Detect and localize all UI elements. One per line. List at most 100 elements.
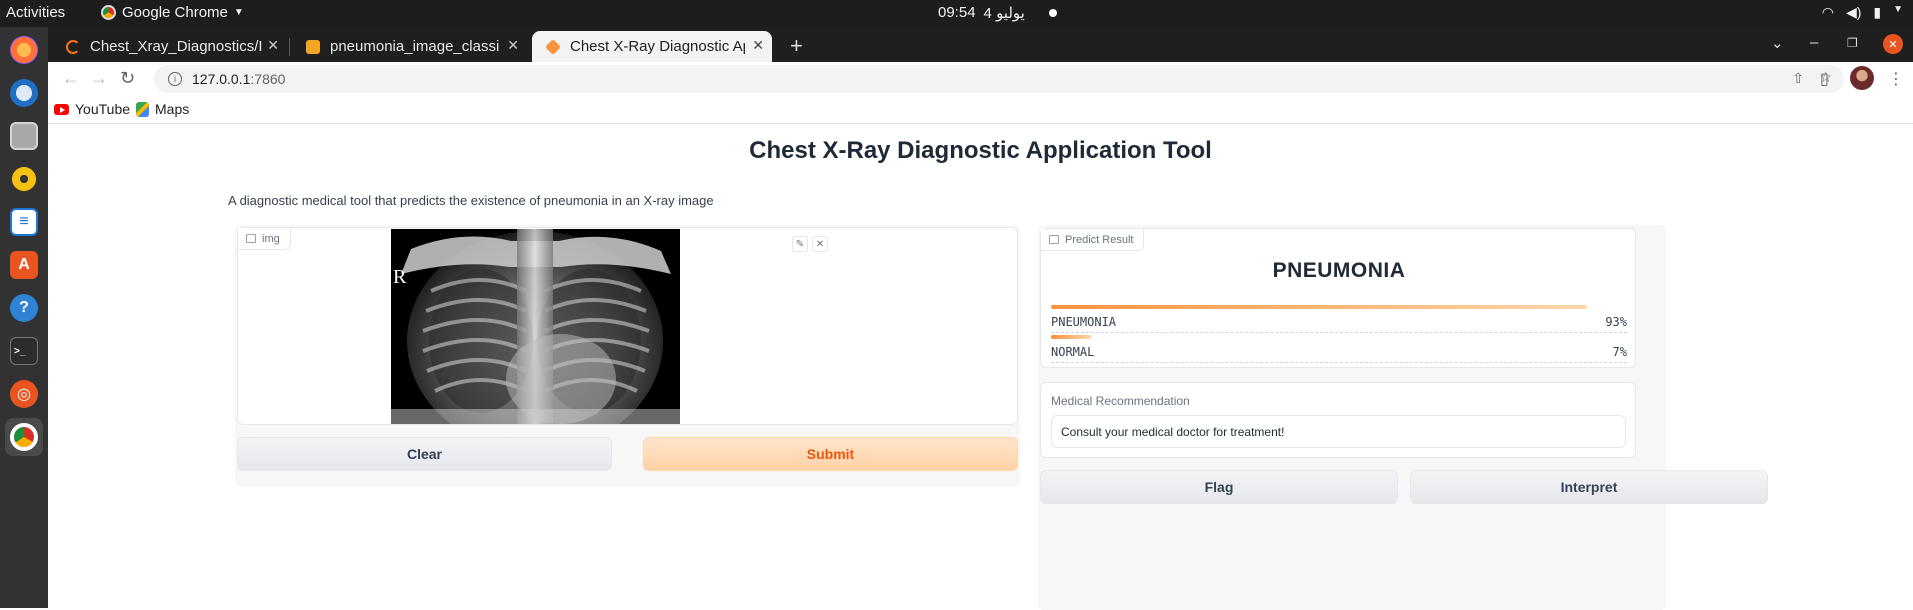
close-icon[interactable]: ✕ xyxy=(812,236,828,252)
help-icon: ? xyxy=(10,294,38,322)
tab-pneumonia-classifier[interactable]: pneumonia_image_classi ✕ xyxy=(292,31,527,62)
chrome-icon xyxy=(10,423,38,451)
terminal-icon: >_ xyxy=(10,337,38,365)
new-tab-button[interactable]: + xyxy=(790,33,803,59)
recommendation-textbox[interactable]: Consult your medical doctor for treatmen… xyxy=(1051,415,1626,448)
chevron-down-icon: ▼ xyxy=(233,7,244,18)
ubuntu-icon: ◎ xyxy=(10,380,38,408)
xray-marker: R xyxy=(393,266,407,288)
tab-title: pneumonia_image_classi xyxy=(330,38,500,55)
label-icon xyxy=(1049,235,1059,244)
notification-dot-icon xyxy=(1048,9,1057,17)
confidence-label: PNEUMONIA xyxy=(1051,315,1117,329)
back-icon[interactable]: ← xyxy=(62,68,80,89)
system-top-bar: Activities Google Chrome ▼ 09:54 4 يوليو… xyxy=(0,0,1913,27)
close-icon[interactable]: ✕ xyxy=(507,37,519,54)
files-icon xyxy=(10,122,38,150)
dock-chrome[interactable] xyxy=(5,418,43,456)
app-page: Chest X-Ray Diagnostic Application Tool … xyxy=(48,125,1913,610)
menu-icon[interactable]: ⋮ xyxy=(1888,69,1904,89)
dock-firefox[interactable] xyxy=(5,31,43,69)
bookmark-maps[interactable]: Maps xyxy=(136,101,189,117)
app-menu[interactable]: Google Chrome ▼ xyxy=(101,4,244,21)
side-panel-icon[interactable]: ▯ xyxy=(1820,69,1829,89)
page-title: Chest X-Ray Diagnostic Application Tool xyxy=(749,137,1212,164)
input-label-chip: img xyxy=(238,228,291,250)
browser-toolbar: ← → ↻ i 127.0.0.1 :7860 ⇧ ☆ ▯ ⋮ xyxy=(48,62,1913,96)
activities-button[interactable]: Activities xyxy=(6,4,65,21)
youtube-icon xyxy=(54,103,69,115)
confidence-label: NORMAL xyxy=(1051,345,1095,359)
bookmarks-bar: YouTube Maps xyxy=(48,96,1913,124)
dock-thunderbird[interactable] xyxy=(5,74,43,112)
flag-button[interactable]: Flag xyxy=(1040,470,1398,504)
confidence-percent: 93% xyxy=(1605,315,1627,329)
clear-button[interactable]: Clear xyxy=(237,437,612,471)
volume-icon: ◀) xyxy=(1845,4,1862,20)
clock[interactable]: 09:54 4 يوليو xyxy=(938,4,1057,22)
tab-title: Chest_Xray_Diagnostics/I xyxy=(90,38,263,55)
confidence-bar xyxy=(1051,305,1587,309)
firefox-icon xyxy=(10,36,38,64)
close-icon[interactable]: ✕ xyxy=(752,37,764,54)
result-chip-label: Predict Result xyxy=(1065,233,1134,246)
avatar[interactable] xyxy=(1850,66,1874,90)
chevron-down-icon: ▼ xyxy=(1893,4,1903,15)
edit-icon[interactable]: ✎ xyxy=(792,236,808,252)
dock-files[interactable] xyxy=(5,117,43,155)
tab-chest-xray-app[interactable]: Chest X-Ray Diagnostic Ap ✕ xyxy=(532,31,772,62)
address-bar[interactable]: i 127.0.0.1 :7860 ⇧ ☆ xyxy=(154,65,1844,93)
predicted-label: PNEUMONIA xyxy=(1272,259,1406,282)
submit-button[interactable]: Submit xyxy=(643,437,1018,471)
image-input[interactable]: img R ✎ ✕ xyxy=(237,227,1018,425)
battery-icon: ▮ xyxy=(1873,4,1882,20)
tab-chest-xray-diagnostics[interactable]: Chest_Xray_Diagnostics/I ✕ xyxy=(52,31,287,62)
bookmark-youtube[interactable]: YouTube xyxy=(54,101,130,117)
software-icon: A xyxy=(10,251,38,279)
favicon-icon xyxy=(66,39,80,54)
url-port: :7860 xyxy=(250,71,286,87)
dock-software[interactable]: A xyxy=(5,246,43,284)
dock-help[interactable]: ? xyxy=(5,289,43,327)
wifi-icon: ◠ xyxy=(1821,4,1834,20)
recommendation-label: Medical Recommendation xyxy=(1051,394,1190,408)
page-description: A diagnostic medical tool that predicts … xyxy=(228,193,714,208)
confidence-row: PNEUMONIA 93% xyxy=(1051,305,1627,333)
dock-terminal[interactable]: >_ xyxy=(5,332,43,370)
tab-search-icon[interactable]: ⌄ xyxy=(1771,34,1784,52)
forward-icon[interactable]: → xyxy=(90,68,108,89)
restore-icon[interactable]: ❐ xyxy=(1847,36,1858,50)
dock: ≡ A ? >_ ◎ xyxy=(0,27,48,608)
close-window-icon[interactable]: ✕ xyxy=(1883,34,1903,54)
clock-date: 4 يوليو xyxy=(983,5,1025,22)
dock-rhythmbox[interactable] xyxy=(5,160,43,198)
close-icon[interactable]: ✕ xyxy=(267,37,279,54)
xray-image: R xyxy=(391,229,680,424)
confidence-bar xyxy=(1051,335,1092,339)
bookmark-label: Maps xyxy=(155,101,190,117)
system-tray[interactable]: ◠ ◀) ▮ ▼ xyxy=(1822,4,1903,21)
maps-icon xyxy=(136,101,149,117)
thunderbird-icon xyxy=(10,79,38,107)
recommendation-text: Consult your medical doctor for treatmen… xyxy=(1061,424,1285,439)
clock-time: 09:54 xyxy=(938,4,976,21)
result-label-chip: Predict Result xyxy=(1041,229,1145,251)
confidence-row: NORMAL 7% xyxy=(1051,335,1627,363)
input-label: img xyxy=(262,232,280,245)
browser-window: Chest_Xray_Diagnostics/I ✕ pneumonia_ima… xyxy=(48,27,1913,610)
tab-separator xyxy=(289,38,290,56)
writer-icon: ≡ xyxy=(10,208,38,236)
rhythmbox-icon xyxy=(10,165,38,193)
tab-strip: Chest_Xray_Diagnostics/I ✕ pneumonia_ima… xyxy=(48,27,1913,62)
share-icon[interactable]: ⇧ xyxy=(1792,70,1804,87)
url-host: 127.0.0.1 xyxy=(192,71,251,87)
minimize-icon[interactable]: – xyxy=(1810,34,1818,51)
interpret-button[interactable]: Interpret xyxy=(1410,470,1768,504)
chrome-icon xyxy=(101,5,116,20)
dock-writer[interactable]: ≡ xyxy=(5,203,43,241)
site-info-icon[interactable]: i xyxy=(168,72,182,86)
tab-title: Chest X-Ray Diagnostic Ap xyxy=(570,38,745,55)
dock-ubuntu[interactable]: ◎ xyxy=(5,375,43,413)
reload-icon[interactable]: ↻ xyxy=(120,68,135,89)
gradio-icon xyxy=(545,38,561,55)
